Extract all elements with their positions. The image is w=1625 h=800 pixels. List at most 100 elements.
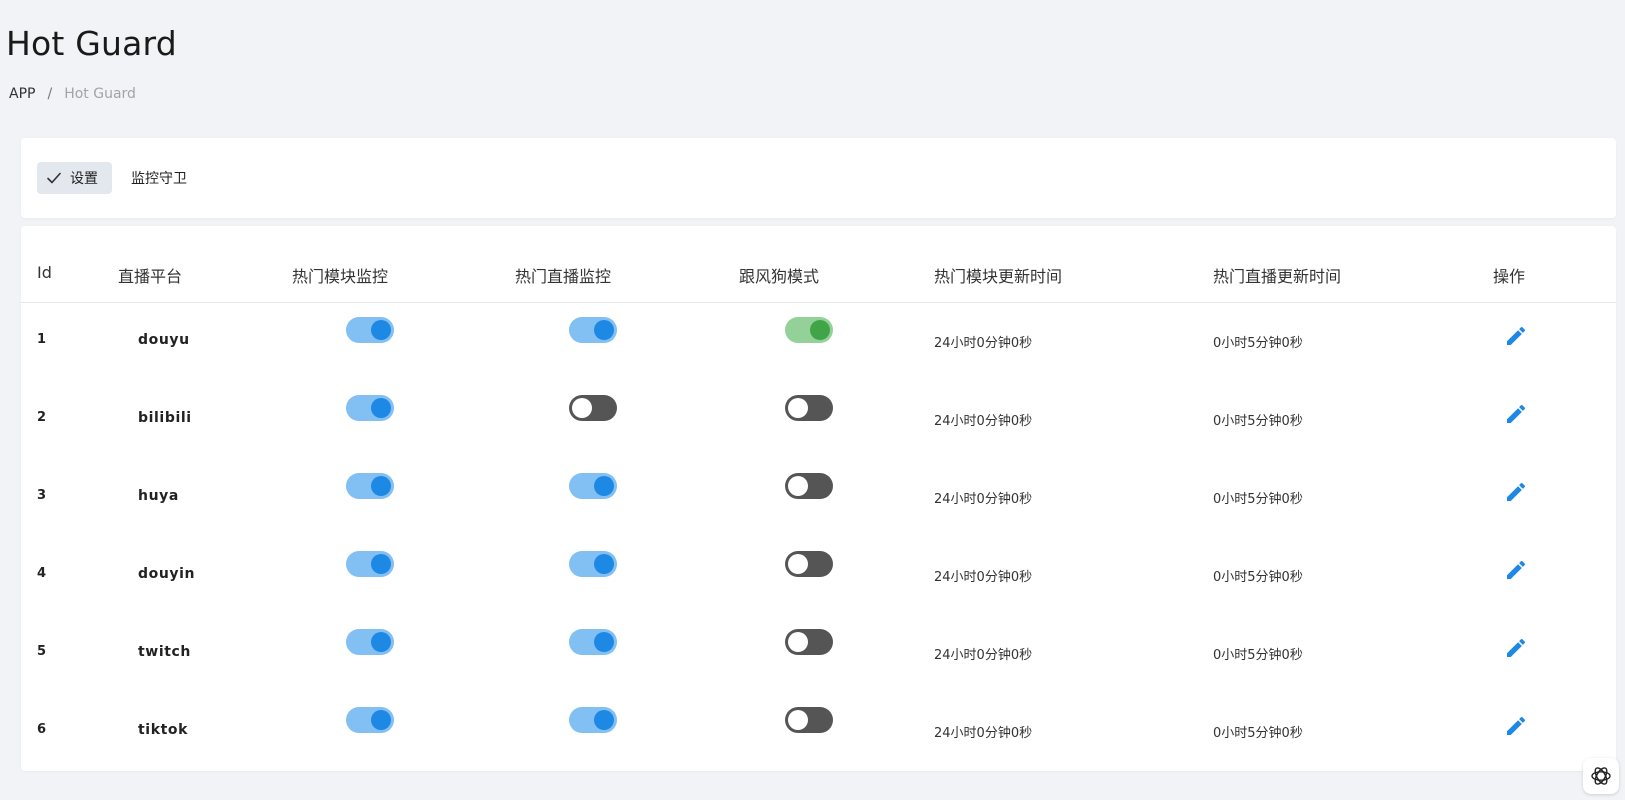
row-platform: huya	[138, 488, 179, 504]
edit-button[interactable]	[1504, 714, 1528, 738]
tab-settings[interactable]: 设置	[37, 162, 112, 194]
corner-app-logo[interactable]	[1583, 758, 1619, 794]
breadcrumb-separator: /	[47, 86, 53, 102]
row-platform: douyin	[138, 566, 196, 582]
table-row: 5 twitch 24小时0分钟0秒 0小时5分钟0秒	[21, 615, 1616, 693]
tab-monitor-guard[interactable]: 监控守卫	[131, 162, 187, 194]
pencil-icon	[1507, 716, 1526, 735]
follow-mode-toggle[interactable]	[785, 707, 833, 733]
column-header-platform: 直播平台	[118, 267, 183, 286]
module-update-time: 24小时0分钟0秒	[934, 492, 1033, 507]
hot-module-monitor-toggle[interactable]	[346, 629, 394, 655]
live-update-time: 0小时5分钟0秒	[1213, 414, 1303, 429]
hot-module-monitor-toggle[interactable]	[346, 551, 394, 577]
live-update-time: 0小时5分钟0秒	[1213, 336, 1303, 351]
column-header-live-update-time: 热门直播更新时间	[1213, 267, 1342, 286]
follow-mode-toggle[interactable]	[785, 395, 833, 421]
pencil-icon	[1507, 638, 1526, 657]
page-title: Hot Guard	[6, 24, 177, 63]
toggle-knob	[810, 320, 830, 340]
edit-button[interactable]	[1504, 324, 1528, 348]
hot-live-monitor-toggle[interactable]	[569, 395, 617, 421]
edit-button[interactable]	[1504, 636, 1528, 660]
pencil-icon	[1507, 404, 1526, 423]
table-row: 1 douyu 24小时0分钟0秒 0小时5分钟0秒	[21, 303, 1616, 381]
live-update-time: 0小时5分钟0秒	[1213, 726, 1303, 741]
toggle-knob	[371, 632, 391, 652]
hot-module-monitor-toggle[interactable]	[346, 707, 394, 733]
row-id: 5	[37, 644, 47, 659]
edit-button[interactable]	[1504, 480, 1528, 504]
check-icon	[47, 172, 61, 184]
row-platform: bilibili	[138, 410, 192, 426]
table-row: 6 tiktok 24小时0分钟0秒 0小时5分钟0秒	[21, 693, 1616, 771]
pencil-icon	[1507, 560, 1526, 579]
hot-live-monitor-toggle[interactable]	[569, 707, 617, 733]
table-row: 4 douyin 24小时0分钟0秒 0小时5分钟0秒	[21, 537, 1616, 615]
toggle-knob	[371, 398, 391, 418]
hot-module-monitor-toggle[interactable]	[346, 317, 394, 343]
hot-live-monitor-toggle[interactable]	[569, 551, 617, 577]
follow-mode-toggle[interactable]	[785, 473, 833, 499]
toggle-knob	[371, 710, 391, 730]
toggle-knob	[788, 632, 808, 652]
pencil-icon	[1507, 482, 1526, 501]
breadcrumb: APP / Hot Guard	[9, 86, 136, 102]
column-header-id: Id	[37, 263, 52, 282]
module-update-time: 24小时0分钟0秒	[934, 570, 1033, 585]
module-update-time: 24小时0分钟0秒	[934, 648, 1033, 663]
toggle-knob	[594, 554, 614, 574]
toggle-knob	[594, 476, 614, 496]
live-update-time: 0小时5分钟0秒	[1213, 570, 1303, 585]
follow-mode-toggle[interactable]	[785, 551, 833, 577]
row-id: 6	[37, 722, 47, 737]
toggle-knob	[572, 398, 592, 418]
edit-button[interactable]	[1504, 558, 1528, 582]
column-header-hot-live-monitor: 热门直播监控	[515, 267, 612, 286]
column-header-actions: 操作	[1493, 267, 1526, 286]
follow-mode-toggle[interactable]	[785, 629, 833, 655]
toggle-knob	[594, 320, 614, 340]
breadcrumb-item-current: Hot Guard	[64, 86, 136, 102]
tab-monitor-guard-label: 监控守卫	[131, 171, 187, 187]
toggle-knob	[788, 398, 808, 418]
toggle-knob	[371, 320, 391, 340]
edit-button[interactable]	[1504, 402, 1528, 426]
breadcrumb-item-app[interactable]: APP	[9, 86, 35, 102]
row-platform: twitch	[138, 644, 191, 660]
row-id: 2	[37, 410, 47, 425]
follow-mode-toggle[interactable]	[785, 317, 833, 343]
openai-logo-icon	[1591, 767, 1611, 785]
toggle-knob	[594, 632, 614, 652]
hot-live-monitor-toggle[interactable]	[569, 629, 617, 655]
module-update-time: 24小时0分钟0秒	[934, 726, 1033, 741]
row-id: 1	[37, 332, 47, 347]
module-update-time: 24小时0分钟0秒	[934, 414, 1033, 429]
row-id: 3	[37, 488, 47, 503]
settings-table: Id 直播平台 热门模块监控 热门直播监控 跟风狗模式 热门模块更新时间 热门直…	[21, 226, 1616, 771]
column-header-follow-mode: 跟风狗模式	[739, 267, 820, 286]
row-id: 4	[37, 566, 47, 581]
table-row: 2 bilibili 24小时0分钟0秒 0小时5分钟0秒	[21, 381, 1616, 459]
tab-settings-label: 设置	[70, 171, 98, 187]
hot-live-monitor-toggle[interactable]	[569, 473, 617, 499]
pencil-icon	[1507, 326, 1526, 345]
toggle-knob	[371, 476, 391, 496]
toggle-knob	[371, 554, 391, 574]
live-update-time: 0小时5分钟0秒	[1213, 492, 1303, 507]
toggle-knob	[788, 710, 808, 730]
live-update-time: 0小时5分钟0秒	[1213, 648, 1303, 663]
toggle-knob	[594, 710, 614, 730]
table-header: Id 直播平台 热门模块监控 热门直播监控 跟风狗模式 热门模块更新时间 热门直…	[21, 226, 1616, 303]
row-platform: tiktok	[138, 722, 189, 738]
column-header-module-update-time: 热门模块更新时间	[934, 267, 1063, 286]
toggle-knob	[788, 476, 808, 496]
tabs-card: 设置 监控守卫	[21, 138, 1616, 218]
hot-live-monitor-toggle[interactable]	[569, 317, 617, 343]
hot-module-monitor-toggle[interactable]	[346, 395, 394, 421]
hot-module-monitor-toggle[interactable]	[346, 473, 394, 499]
table-row: 3 huya 24小时0分钟0秒 0小时5分钟0秒	[21, 459, 1616, 537]
column-header-hot-module-monitor: 热门模块监控	[292, 267, 389, 286]
module-update-time: 24小时0分钟0秒	[934, 336, 1033, 351]
row-platform: douyu	[138, 332, 190, 348]
